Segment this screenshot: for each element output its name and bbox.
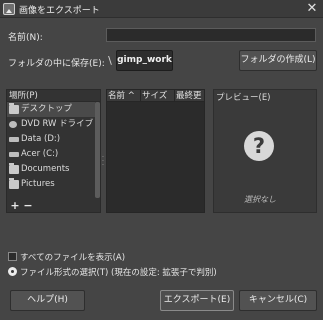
place-item-pictures[interactable]: Pictures [7,177,95,192]
path-segment-button[interactable]: gimp_work [116,50,173,71]
preview-title: プレビュー(E) [216,93,271,103]
folder-icon [9,163,19,174]
place-label: Documents [21,164,70,174]
file-type-expander[interactable] [8,267,17,276]
file-list-header: 名前 ^ サイズ 最終更 [107,90,204,102]
drive-icon [9,137,19,142]
cancel-button[interactable]: キャンセル(C) [239,290,317,311]
file-type-label[interactable]: ファイル形式の選択(T) (現在の設定: 拡張子で判別) [20,266,217,278]
column-size[interactable]: サイズ [140,90,174,102]
create-folder-button[interactable]: フォルダの作成(L) [239,50,317,71]
place-item-documents[interactable]: Documents [7,162,95,177]
show-all-files-checkbox[interactable] [8,252,17,261]
save-in-label: フォルダの中に保存(E): [8,59,105,69]
folder-icon [9,178,19,189]
column-name[interactable]: 名前 ^ [107,90,140,102]
disc-drive-icon [9,121,17,128]
file-list[interactable] [106,89,205,213]
show-all-files-label[interactable]: すべてのファイルを表示(A) [20,251,125,263]
name-label: 名前(N): [8,33,43,43]
place-label: DVD RW ドライブ [21,119,94,129]
export-button[interactable]: エクスポート(E) [160,290,234,311]
drive-icon [9,152,19,157]
path-root-separator[interactable]: \ [104,51,116,71]
place-label: Pictures [21,179,55,189]
folder-icon [9,103,19,114]
place-label: Acer (C:) [21,149,59,159]
place-item-dvd[interactable]: DVD RW ドライブ [7,117,95,132]
close-icon[interactable]: ✕ [303,1,321,17]
places-toolbar: + − [7,199,100,212]
no-selection-text: 選択なし [244,195,276,204]
app-icon [3,3,15,15]
pane-resize-handle[interactable]: · · · [101,154,105,169]
places-header[interactable]: 場所(P) [7,90,100,102]
help-button[interactable]: ヘルプ(H) [10,290,85,311]
add-bookmark-button[interactable]: + [10,199,20,212]
place-item-desktop[interactable]: デスクトップ [7,102,95,117]
place-label: デスクトップ [21,104,73,114]
remove-bookmark-button[interactable]: − [23,199,33,212]
window-title: 画像をエクスポート [19,6,100,16]
help-icon: ? [244,131,274,161]
filename-input[interactable] [106,28,316,42]
place-item-data-d[interactable]: Data (D:) [7,132,95,147]
places-scrollbar[interactable] [95,102,100,198]
column-modified[interactable]: 最終更 [174,90,204,102]
place-label: Data (D:) [21,134,61,144]
place-item-acer-c[interactable]: Acer (C:) [7,147,95,162]
